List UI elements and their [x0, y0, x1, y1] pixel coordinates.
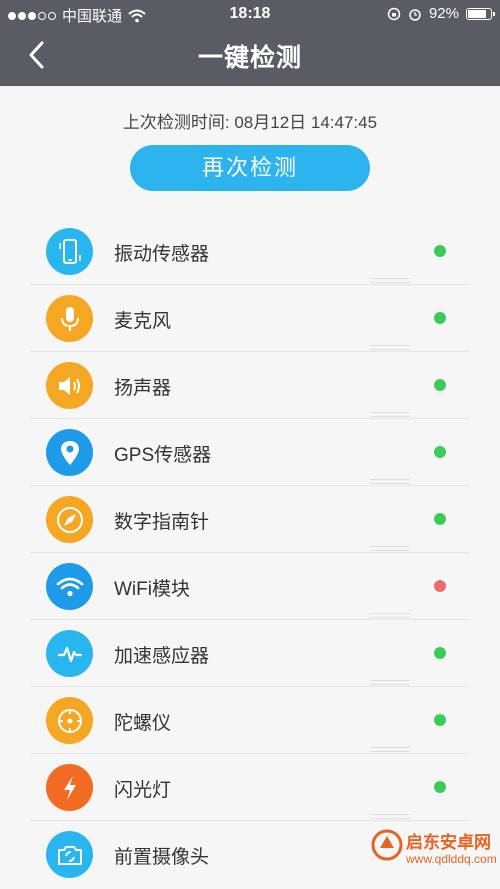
sensor-label: 扬声器 — [114, 378, 172, 399]
status-indicator — [434, 446, 446, 458]
top-bar: 中国联通 18:18 92% 一键检测 — [0, 0, 500, 86]
sensor-label: GPS传感器 — [114, 445, 212, 466]
status-bar: 中国联通 18:18 92% — [0, 0, 500, 28]
row-grip — [370, 546, 410, 551]
status-indicator — [434, 513, 446, 525]
status-indicator — [434, 714, 446, 726]
pulse-icon — [46, 630, 93, 677]
battery-icon — [466, 7, 495, 20]
row-grip — [370, 479, 410, 484]
watermark: 启东安卓网 www.qdlddq.com — [370, 822, 497, 882]
sensor-label: 闪光灯 — [114, 780, 172, 801]
row-grip — [370, 747, 410, 752]
sensor-label: 前置摄像头 — [114, 847, 210, 868]
watermark-logo-icon — [371, 829, 403, 861]
flash-icon — [46, 764, 93, 811]
alarm-icon — [409, 8, 421, 21]
status-indicator — [434, 781, 446, 793]
sensor-label: 麦克风 — [114, 311, 172, 332]
battery-percent: 92% — [428, 5, 459, 22]
wifi-icon — [46, 563, 93, 610]
watermark-name: 启东安卓网 — [406, 833, 491, 852]
sensor-label: 数字指南针 — [114, 512, 210, 533]
sensor-label: 振动传感器 — [114, 244, 210, 265]
microphone-icon — [46, 295, 93, 342]
row-grip — [370, 412, 410, 417]
sensor-row[interactable]: WiFi模块 — [0, 553, 500, 620]
speaker-icon — [46, 362, 93, 409]
location-pin-icon — [46, 429, 93, 476]
row-grip — [370, 680, 410, 685]
status-indicator — [434, 647, 446, 659]
status-indicator — [434, 312, 446, 324]
sensor-label: 加速感应器 — [114, 646, 210, 667]
camera-switch-icon — [46, 831, 93, 878]
sensor-label: 陀螺仪 — [114, 713, 172, 734]
sensor-row[interactable]: 陀螺仪 — [0, 687, 500, 754]
sensor-row[interactable]: 数字指南针 — [0, 486, 500, 553]
row-grip — [370, 345, 410, 350]
status-indicator — [434, 580, 446, 592]
sensor-row[interactable]: 加速感应器 — [0, 620, 500, 687]
phone-vibrate-icon — [46, 228, 93, 275]
page-title: 一键检测 — [197, 44, 302, 72]
status-indicator — [434, 379, 446, 391]
sensor-row[interactable]: 振动传感器 — [0, 218, 500, 285]
row-grip — [370, 613, 410, 618]
sensor-row[interactable]: 扬声器 — [0, 352, 500, 419]
sensor-row[interactable]: 闪光灯 — [0, 754, 500, 821]
gyroscope-icon — [46, 697, 93, 744]
row-grip — [370, 278, 410, 283]
recheck-button[interactable]: 再次检测 — [130, 145, 370, 191]
rotation-lock-icon — [387, 7, 401, 20]
status-indicator — [434, 245, 446, 257]
sensor-label: WiFi模块 — [114, 579, 190, 600]
row-grip — [370, 814, 410, 819]
last-check-time: 上次检测时间: 08月12日 14:47:45 — [122, 113, 378, 132]
compass-icon — [46, 496, 93, 543]
sensor-row[interactable]: 麦克风 — [0, 285, 500, 352]
watermark-url: www.qdlddq.com — [406, 852, 497, 866]
sensor-row[interactable]: GPS传感器 — [0, 419, 500, 486]
